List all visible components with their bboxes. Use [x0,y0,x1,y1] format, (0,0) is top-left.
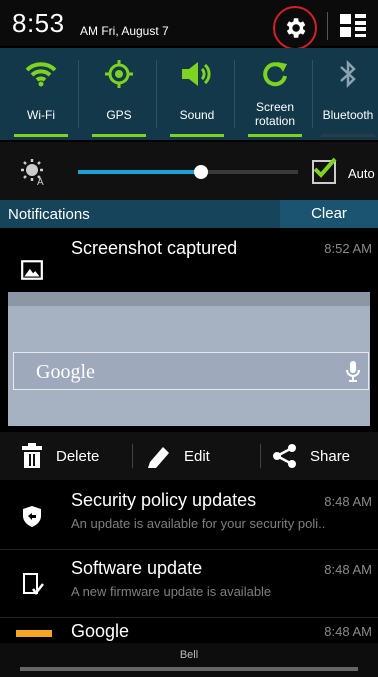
brightness-slider-handle[interactable] [194,165,209,179]
status-divider [327,12,328,40]
bluetooth-icon [340,59,356,89]
action-separator [132,444,133,468]
qs-rotation-toggle[interactable]: Screen rotation [240,48,310,140]
brightness-slider[interactable] [78,165,298,179]
share-icon [273,444,296,468]
svg-text:A: A [37,177,44,186]
google-icon [16,630,52,637]
preview-google-text: Google [36,361,95,383]
notification-time: 8:52 AM [324,241,372,256]
brightness-slider-fill [78,170,202,174]
checkmark-icon [313,157,337,178]
clock-date: AM Fri, August 7 [80,24,169,38]
notification-subtitle: An update is available for your security… [71,516,326,531]
delete-button[interactable]: Delete [20,432,99,480]
qs-sound-indicator [170,134,224,137]
clear-button[interactable]: Clear [280,200,378,228]
qs-rotation-label: Screen rotation [254,100,296,128]
notification-title: Google [71,621,130,641]
edit-button[interactable]: Edit [146,432,210,480]
image-icon [21,260,43,280]
preview-clock-strip [8,292,370,306]
qs-wifi-label: Wi-Fi [27,108,55,122]
drag-handle[interactable] [20,667,358,671]
quick-settings-panel: Wi-Fi GPS Sound Screen rotation Bluetoot… [0,48,378,140]
notification-time: 8:48 AM [324,562,372,577]
grid-toggle-button[interactable] [338,12,368,40]
pencil-icon [148,447,169,468]
rotation-icon [263,62,287,87]
wifi-icon [25,62,57,87]
mic-icon [346,361,360,382]
phone-update-icon [23,573,44,596]
notification-title: Software update [71,558,203,578]
grid-toggle-icon [340,14,366,37]
notification-security[interactable]: Security policy updates An update is ava… [0,482,378,548]
qs-separator [234,60,235,128]
trash-icon [22,443,42,468]
qs-separator [78,60,79,128]
notifications-title: Notifications [8,206,90,223]
auto-brightness-checkbox[interactable] [312,157,337,184]
notifications-header: Notifications Clear [0,200,378,228]
settings-button[interactable] [273,6,317,50]
delete-label: Delete [56,447,100,465]
notification-google[interactable]: Google 8:48 AM [0,618,378,643]
qs-gps-label: GPS [106,108,132,122]
brightness-row: A Auto [0,142,378,200]
gps-icon [105,60,133,88]
qs-rotation-indicator [248,134,302,137]
notification-time: 8:48 AM [324,624,372,639]
notification-software-update[interactable]: Software update A new firmware update is… [0,550,378,616]
shield-icon [23,506,41,527]
qs-bluetooth-toggle[interactable]: Bluetooth [313,48,378,140]
notification-time: 8:48 AM [324,494,372,509]
qs-sound-label: Sound [179,108,215,122]
action-separator [260,444,261,468]
notification-subtitle: A new firmware update is available [71,584,272,599]
sound-icon [182,62,211,86]
edit-label: Edit [184,447,210,465]
bottom-label: Bell [179,649,199,661]
notification-title: Security policy updates [71,490,257,510]
qs-gps-indicator [92,134,146,137]
qs-sound-toggle[interactable]: Sound [162,48,232,140]
gear-icon [286,18,306,38]
preview-google-search-bar: Google [13,352,369,390]
brightness-auto-icon: A [21,159,44,186]
panel-bottom: Bell [0,643,378,677]
qs-bluetooth-indicator [321,134,375,137]
screenshot-notification[interactable]: Screenshot captured 8:52 AM [0,228,378,292]
auto-brightness-label: Auto [348,166,375,181]
screenshot-actions: Delete Edit Share [0,432,378,480]
qs-wifi-indicator [14,134,68,137]
clock-time: 8:53 [12,8,65,38]
qs-separator [156,60,157,128]
screenshot-preview[interactable]: Google [8,292,370,426]
qs-bluetooth-label: Bluetooth [322,108,374,122]
share-label: Share [310,447,351,465]
share-button[interactable]: Share [272,432,350,480]
qs-wifi-toggle[interactable]: Wi-Fi [6,48,76,140]
status-bar: 8:53 AM Fri, August 7 [0,0,378,50]
notification-title: Screenshot captured [71,238,238,258]
qs-gps-toggle[interactable]: GPS [84,48,154,140]
